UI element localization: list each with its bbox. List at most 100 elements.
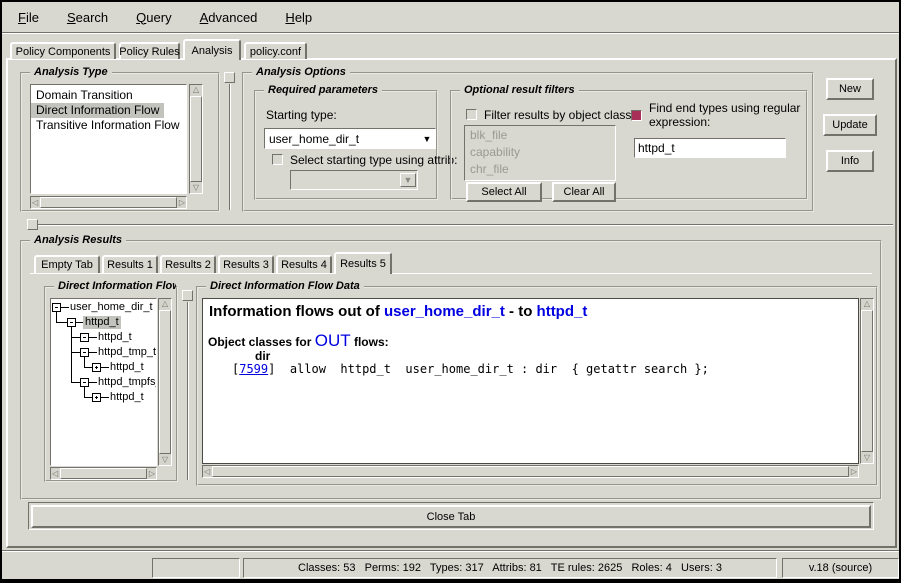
tree-node[interactable]: user_home_dir_t bbox=[68, 301, 155, 314]
tab-results-2[interactable]: Results 2 bbox=[160, 255, 216, 273]
menu-bar: File Search Query Advanced Help bbox=[2, 2, 899, 32]
scroll-thumb[interactable] bbox=[190, 96, 202, 182]
analysis-type-listbox: Domain Transition Direct Information Flo… bbox=[30, 84, 187, 194]
tree-node[interactable]: httpd_t bbox=[96, 331, 134, 344]
tree-collapse-icon[interactable] bbox=[80, 378, 89, 387]
scroll-thumb[interactable] bbox=[861, 310, 873, 452]
apol-window: File Search Query Advanced Help Policy C… bbox=[0, 0, 901, 583]
analysis-type-title: Analysis Type bbox=[30, 66, 112, 79]
tab-label: Policy Components bbox=[16, 46, 111, 58]
object-class-name: dir bbox=[255, 349, 270, 363]
scroll-left-icon[interactable]: ◁ bbox=[203, 467, 211, 477]
scroll-down-icon[interactable]: ▽ bbox=[863, 453, 871, 463]
flow-data-title: Direct Information Flow Data bbox=[206, 280, 364, 293]
object-class-listbox-disabled: blk_file capability chr_file bbox=[464, 125, 616, 181]
pane-sash-handle[interactable] bbox=[224, 72, 235, 83]
tree-node[interactable]: httpd_t bbox=[108, 391, 146, 404]
scroll-left-icon[interactable]: ◁ bbox=[51, 469, 59, 479]
info-button[interactable]: Info bbox=[826, 150, 874, 172]
scroll-thumb[interactable] bbox=[40, 197, 177, 208]
update-button[interactable]: Update bbox=[823, 114, 877, 136]
menu-help[interactable]: Help bbox=[281, 8, 316, 27]
tree-connector bbox=[56, 322, 67, 323]
tab-empty-tab[interactable]: Empty Tab bbox=[34, 255, 100, 273]
tree-node-selected[interactable]: httpd_t bbox=[83, 316, 121, 329]
attrib-checkbox[interactable] bbox=[272, 154, 283, 165]
tab-analysis[interactable]: Analysis bbox=[183, 39, 241, 60]
menu-advanced[interactable]: Advanced bbox=[196, 8, 262, 27]
analysis-type-vscrollbar[interactable]: △▽ bbox=[189, 84, 203, 194]
scroll-up-icon[interactable]: △ bbox=[863, 299, 871, 309]
header-target-type: httpd_t bbox=[537, 303, 588, 320]
scroll-thumb[interactable] bbox=[60, 468, 147, 479]
header-middle: - to bbox=[505, 303, 537, 320]
rule-number-link[interactable]: 7599 bbox=[239, 362, 268, 376]
tab-results-4[interactable]: Results 4 bbox=[276, 255, 332, 273]
tab-policy-components[interactable]: Policy Components bbox=[10, 42, 116, 59]
list-item-direct-information-flow[interactable]: Direct Information Flow bbox=[31, 103, 164, 118]
flow-data-vscrollbar[interactable]: △▽ bbox=[860, 298, 874, 464]
new-button[interactable]: New bbox=[826, 78, 874, 100]
filter-by-class-checkbox[interactable] bbox=[466, 109, 477, 120]
chevron-down-icon[interactable]: ▼ bbox=[419, 134, 435, 144]
menu-file[interactable]: File bbox=[14, 8, 43, 27]
results-sash-handle[interactable] bbox=[27, 219, 38, 230]
policy-stats: Classes: 53 Perms: 192 Types: 317 Attrib… bbox=[298, 562, 722, 574]
tree-expand-icon[interactable] bbox=[92, 363, 101, 372]
tree-collapse-icon[interactable] bbox=[80, 348, 89, 357]
tab-results-5[interactable]: Results 5 bbox=[334, 252, 392, 274]
scroll-thumb[interactable] bbox=[159, 310, 171, 454]
tree-expand-icon[interactable] bbox=[92, 393, 101, 402]
analysis-results-title: Analysis Results bbox=[30, 234, 126, 247]
tree-node[interactable]: httpd_tmpfs_ bbox=[96, 376, 157, 389]
tab-label: Results 1 bbox=[107, 259, 153, 271]
clear-all-button[interactable]: Clear All bbox=[552, 182, 616, 202]
list-item-domain-transition[interactable]: Domain Transition bbox=[31, 88, 186, 103]
tab-policy-rules[interactable]: Policy Rules bbox=[119, 42, 180, 59]
analysis-options-title: Analysis Options bbox=[252, 66, 350, 79]
attrib-checkbox-label[interactable]: Select starting type using attrib: bbox=[290, 153, 457, 167]
button-label: Clear All bbox=[564, 186, 605, 198]
list-item-transitive-information-flow[interactable]: Transitive Information Flow bbox=[31, 118, 186, 133]
scroll-right-icon[interactable]: ▷ bbox=[148, 469, 156, 479]
tab-results-3[interactable]: Results 3 bbox=[218, 255, 274, 273]
required-parameters-title: Required parameters bbox=[264, 84, 382, 97]
tree-connector bbox=[71, 327, 72, 383]
tree-node[interactable]: httpd_tmp_t bbox=[96, 346, 157, 359]
header-source-type: user_home_dir_t bbox=[384, 303, 505, 320]
flow-tree-hscrollbar[interactable]: ◁▷ bbox=[50, 467, 157, 480]
tree-data-sash-handle[interactable] bbox=[182, 290, 193, 301]
close-tab-button[interactable]: Close Tab bbox=[31, 505, 871, 528]
menu-search[interactable]: Search bbox=[63, 8, 112, 27]
button-label: New bbox=[839, 83, 861, 95]
flow-tree-vscrollbar[interactable]: △▽ bbox=[158, 298, 172, 466]
scroll-thumb[interactable] bbox=[212, 466, 849, 477]
scroll-up-icon[interactable]: △ bbox=[161, 299, 169, 309]
scroll-right-icon[interactable]: ▷ bbox=[178, 198, 186, 208]
tree-collapse-icon[interactable] bbox=[67, 318, 76, 327]
tree-node[interactable]: httpd_t bbox=[108, 361, 146, 374]
select-all-button[interactable]: Select All bbox=[466, 182, 542, 202]
tree-connector bbox=[71, 337, 80, 338]
scroll-right-icon[interactable]: ▷ bbox=[850, 467, 858, 477]
starting-type-combobox[interactable]: user_home_dir_t ▼ bbox=[264, 128, 436, 149]
scroll-left-icon[interactable]: ◁ bbox=[31, 198, 39, 208]
tab-policy-conf[interactable]: policy.conf bbox=[244, 42, 307, 59]
scroll-down-icon[interactable]: ▽ bbox=[161, 455, 169, 465]
tab-results-1[interactable]: Results 1 bbox=[102, 255, 158, 273]
analysis-type-hscrollbar[interactable]: ◁▷ bbox=[30, 196, 187, 209]
menu-query[interactable]: Query bbox=[132, 8, 175, 27]
results-divider-line bbox=[38, 224, 893, 226]
flow-data-hscrollbar[interactable]: ◁▷ bbox=[202, 465, 859, 478]
regex-checkbox-label[interactable]: Find end types using regular expression: bbox=[649, 101, 821, 129]
regex-checkbox[interactable] bbox=[631, 110, 642, 121]
chevron-down-icon: ▼ bbox=[400, 173, 416, 187]
scroll-up-icon[interactable]: △ bbox=[192, 85, 200, 95]
rule-body: allow httpd_t user_home_dir_t : dir { ge… bbox=[275, 362, 708, 376]
scroll-down-icon[interactable]: ▽ bbox=[192, 183, 200, 193]
regex-input[interactable] bbox=[634, 138, 786, 158]
tree-collapse-icon[interactable] bbox=[52, 303, 61, 312]
flow-header: Information flows out of user_home_dir_t… bbox=[209, 303, 587, 320]
tree-collapse-icon[interactable] bbox=[80, 333, 89, 342]
filter-by-class-label[interactable]: Filter results by object class: bbox=[484, 108, 635, 122]
